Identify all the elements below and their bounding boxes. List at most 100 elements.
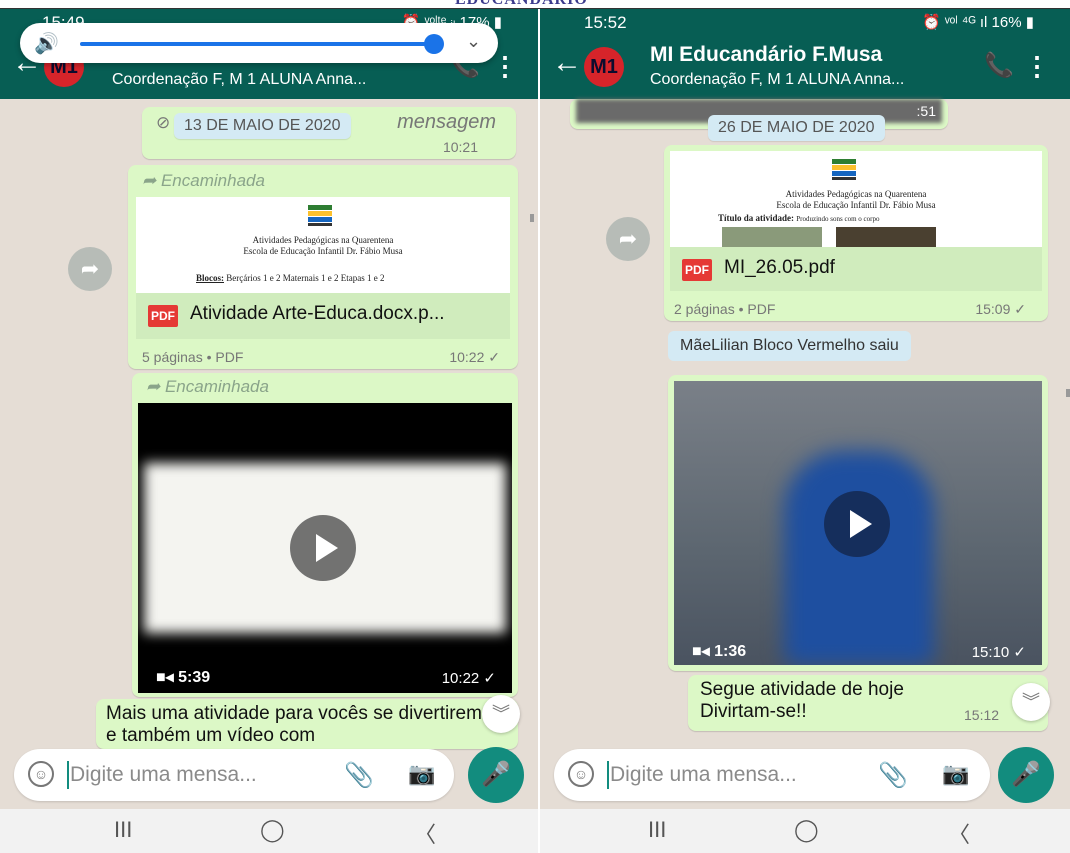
pdf-icon: PDF [682, 259, 712, 281]
doc-line-2: Escola de Educação Infantil Dr. Fábio Mu… [776, 200, 936, 210]
date-chip: 26 DE MAIO DE 2020 [708, 115, 885, 141]
chat-subtitle[interactable]: Coordenação F, M 1 ALUNA Anna... [112, 71, 366, 89]
chat-subtitle[interactable]: Coordenação F, M 1 ALUNA Anna... [650, 71, 904, 89]
video-message[interactable]: ➦ Encaminhada ■◂ 5:39 10:22 ✓ [132, 373, 518, 697]
text-message[interactable]: Segue atividade de hoje Divirtam-se!! 15… [688, 675, 1048, 731]
forwarded-text: Encaminhada [164, 377, 269, 396]
input-placeholder: Digite uma mensa... [610, 763, 797, 786]
video-message[interactable]: ■◂ 1:36 15:10 ✓ [668, 375, 1048, 671]
message-input[interactable]: ☺ Digite uma mensa... 📎 📷 [14, 749, 454, 801]
document-row[interactable]: PDF Atividade Arte-Educa.docx.p... [136, 293, 510, 339]
composer: ☺ Digite uma mensa... 📎 📷 🎤 [540, 743, 1070, 809]
document-name: Atividade Arte-Educa.docx.p... [190, 303, 445, 324]
text-caret [607, 761, 609, 789]
document-row[interactable]: PDF MI_26.05.pdf [670, 247, 1042, 291]
doc-line-2: Escola de Educação Infantil Dr. Fábio Mu… [243, 246, 403, 256]
document-meta: 2 páginas • PDF [674, 301, 776, 317]
message-line-1: Segue atividade de hoje [700, 679, 904, 700]
text-message[interactable]: Mais uma atividade para vocês se diverti… [96, 699, 518, 749]
document-meta: 5 páginas • PDF [142, 349, 244, 365]
message-line-2: Divirtam-se!! [700, 701, 807, 722]
message-time: 15:12 [964, 707, 1000, 723]
input-placeholder: Digite uma mensa... [70, 763, 257, 786]
doc-line-3: Título da atividade: Produzindo sons com… [718, 213, 880, 223]
more-icon[interactable]: ⋮ [1024, 51, 1050, 82]
mic-icon[interactable]: 🎤 [998, 747, 1054, 803]
play-icon[interactable] [824, 491, 890, 557]
forward-icon[interactable]: ➦ [68, 247, 112, 291]
pdf-icon: PDF [148, 305, 178, 327]
message-time: :51 [916, 103, 936, 119]
message-list[interactable]: :51 26 DE MAIO DE 2020 ➦ Atividades Peda… [540, 99, 1070, 743]
document-preview[interactable]: Atividades Pedagógicas na Quarentena Esc… [136, 197, 510, 293]
forwarded-text: Encaminhada [160, 171, 265, 190]
message-list[interactable]: ⊘ mensagem 10:21 13 DE MAIO DE 2020 ➦ ➦ … [0, 99, 538, 749]
left-screenshot: 15:49 ⏰ ᵛᵒˡᵗᵉ ᵢₗ 17% ▮ ← M1 MI Educandár… [0, 9, 538, 853]
message-input[interactable]: ☺ Digite uma mensa... 📎 📷 [554, 749, 990, 801]
volume-slider[interactable] [80, 42, 430, 46]
more-icon[interactable]: ⋮ [492, 51, 518, 82]
message-time: 10:21 [442, 139, 478, 155]
chat-header[interactable]: ← M1 MI Educandário F.Musa Coordenação F… [540, 37, 1070, 99]
scroll-indicator [530, 214, 534, 222]
back-button[interactable]: 〈 [414, 817, 436, 849]
volume-icon[interactable]: 🔊 [34, 31, 59, 56]
status-time: 15:52 [584, 13, 627, 32]
document-message[interactable]: Atividades Pedagógicas na Quarentena Esc… [664, 145, 1048, 321]
date-chip: 13 DE MAIO DE 2020 [174, 113, 351, 139]
attach-icon[interactable]: 📎 [878, 761, 908, 790]
add-call-icon[interactable]: 📞 [984, 51, 1014, 80]
document-message[interactable]: ➦ Encaminhada Atividades Pedagógicas na … [128, 165, 518, 369]
volume-knob[interactable] [424, 34, 444, 54]
emoji-icon[interactable]: ☺ [28, 761, 54, 787]
back-button[interactable]: 〈 [948, 817, 970, 849]
right-screenshot: 15:52 ⏰ ᵛᵒˡ ⁴ᴳ ıl 16% ▮ ← M1 MI Educandá… [540, 9, 1070, 853]
deleted-icon: ⊘ [156, 113, 171, 132]
document-preview[interactable]: Atividades Pedagógicas na Quarentena Esc… [670, 151, 1042, 247]
scroll-indicator [1066, 389, 1070, 397]
play-icon[interactable] [290, 515, 356, 581]
recents-button[interactable]: III [114, 817, 132, 843]
doc-photo-2 [836, 227, 936, 247]
forwarded-label: ➦ Encaminhada [146, 377, 269, 396]
video-figure [784, 451, 934, 665]
system-message: MãeLilian Bloco Vermelho saiu [668, 331, 911, 361]
message-time: 15:10 ✓ [971, 644, 1026, 661]
group-avatar[interactable]: M1 [584, 47, 624, 87]
status-bar: 15:52 ⏰ ᵛᵒˡ ⁴ᴳ ıl 16% ▮ [540, 9, 1070, 37]
video-thumbnail[interactable]: ■◂ 1:36 15:10 ✓ [674, 381, 1042, 665]
school-logo-icon [830, 157, 858, 181]
doc-line-1: Atividades Pedagógicas na Quarentena [252, 235, 394, 245]
forward-icon[interactable]: ➦ [606, 217, 650, 261]
video-camera-icon: ■◂ [156, 669, 174, 686]
back-arrow-icon[interactable]: ← [552, 47, 582, 79]
home-button[interactable]: ◯ [260, 817, 285, 843]
doc-photo-1 [722, 227, 822, 247]
emoji-icon[interactable]: ☺ [568, 761, 594, 787]
scroll-down-button[interactable]: ︾ [482, 695, 520, 733]
video-camera-icon: ■◂ [692, 643, 710, 660]
forwarded-label: ➦ Encaminhada [142, 171, 265, 190]
deleted-text: mensagem [397, 111, 496, 133]
video-thumbnail[interactable]: ■◂ 5:39 10:22 ✓ [138, 403, 512, 693]
system-nav-bar: III ◯ 〈 [540, 809, 1070, 853]
volume-panel[interactable]: 🔊 ⌄ [20, 23, 498, 63]
camera-icon[interactable]: 📷 [408, 761, 435, 787]
camera-icon[interactable]: 📷 [942, 761, 969, 787]
composer: ☺ Digite uma mensa... 📎 📷 🎤 [0, 743, 538, 809]
message-text: Mais uma atividade para vocês se diverti… [106, 703, 482, 746]
school-logo-icon [306, 203, 334, 227]
home-button[interactable]: ◯ [794, 817, 819, 843]
scroll-down-button[interactable]: ︾ [1012, 683, 1050, 721]
document-name: MI_26.05.pdf [724, 257, 835, 278]
system-nav-bar: III ◯ 〈 [0, 809, 538, 853]
attach-icon[interactable]: 📎 [344, 761, 374, 790]
doc-line-1: Atividades Pedagógicas na Quarentena [785, 189, 927, 199]
banner-title: EDUCANDÁRIO [455, 0, 588, 9]
mic-icon[interactable]: 🎤 [468, 747, 524, 803]
text-caret [67, 761, 69, 789]
chevron-down-icon[interactable]: ⌄ [466, 31, 481, 52]
video-length: ■◂ 5:39 [156, 669, 211, 686]
recents-button[interactable]: III [648, 817, 666, 843]
chat-title[interactable]: MI Educandário F.Musa [650, 43, 882, 67]
